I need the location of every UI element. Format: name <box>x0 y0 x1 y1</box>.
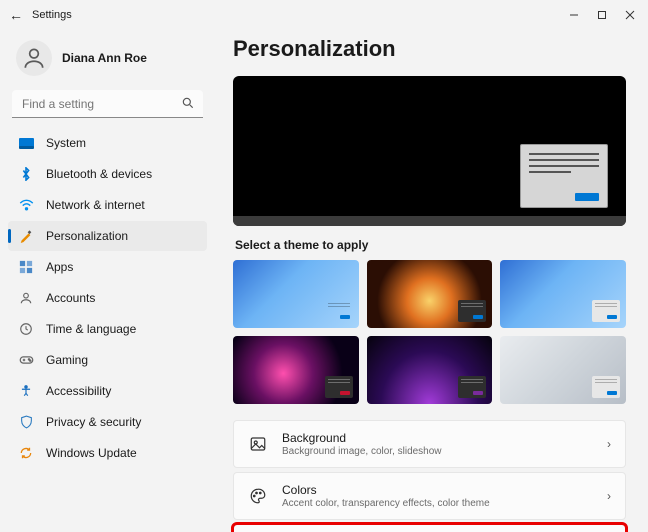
nav-label: Gaming <box>46 353 88 367</box>
theme-option[interactable] <box>367 260 493 328</box>
system-icon <box>18 135 34 151</box>
window-title: Settings <box>32 9 72 21</box>
nav-label: Apps <box>46 260 73 274</box>
card-title: Background <box>282 431 593 445</box>
minimize-button[interactable] <box>560 3 588 27</box>
nav-label: Bluetooth & devices <box>46 167 152 181</box>
search-input[interactable] <box>12 90 203 118</box>
card-themes[interactable]: Themes Install, create, manage › <box>233 524 626 532</box>
theme-option[interactable] <box>233 260 359 328</box>
nav-label: System <box>46 136 86 150</box>
chevron-right-icon: › <box>607 489 611 503</box>
back-button[interactable]: ← <box>4 7 28 23</box>
nav-personalization[interactable]: Personalization <box>8 221 207 251</box>
wifi-icon <box>18 197 34 213</box>
preview-taskbar <box>233 216 626 226</box>
nav-label: Network & internet <box>46 198 145 212</box>
card-background[interactable]: Background Background image, color, slid… <box>233 420 626 468</box>
apps-icon <box>18 259 34 275</box>
nav-label: Accounts <box>46 291 95 305</box>
nav-label: Privacy & security <box>46 415 141 429</box>
card-title: Colors <box>282 483 593 497</box>
search-box[interactable] <box>12 90 203 118</box>
nav-label: Personalization <box>46 229 128 243</box>
gaming-icon <box>18 352 34 368</box>
chevron-right-icon: › <box>607 437 611 451</box>
card-subtitle: Accent color, transparency effects, colo… <box>282 498 593 509</box>
update-icon <box>18 445 34 461</box>
nav-privacy[interactable]: Privacy & security <box>8 407 207 437</box>
nav-system[interactable]: System <box>8 128 207 158</box>
nav-time[interactable]: Time & language <box>8 314 207 344</box>
palette-icon <box>248 486 268 506</box>
avatar <box>16 40 52 76</box>
nav-label: Time & language <box>46 322 136 336</box>
nav-accessibility[interactable]: Accessibility <box>8 376 207 406</box>
nav-label: Windows Update <box>46 446 137 460</box>
nav-bluetooth[interactable]: Bluetooth & devices <box>8 159 207 189</box>
close-button[interactable] <box>616 3 644 27</box>
main-content: Personalization Select a theme to apply … <box>215 30 648 532</box>
nav-list: System Bluetooth & devices Network & int… <box>8 128 207 468</box>
nav-gaming[interactable]: Gaming <box>8 345 207 375</box>
nav-apps[interactable]: Apps <box>8 252 207 282</box>
card-colors[interactable]: Colors Accent color, transparency effect… <box>233 472 626 520</box>
settings-cards: Background Background image, color, slid… <box>233 420 626 532</box>
theme-option[interactable] <box>367 336 493 404</box>
nav-accounts[interactable]: Accounts <box>8 283 207 313</box>
shield-icon <box>18 414 34 430</box>
nav-network[interactable]: Network & internet <box>8 190 207 220</box>
bluetooth-icon <box>18 166 34 182</box>
accessibility-icon <box>18 383 34 399</box>
maximize-button[interactable] <box>588 3 616 27</box>
accounts-icon <box>18 290 34 306</box>
search-icon <box>181 96 195 113</box>
theme-option[interactable] <box>500 336 626 404</box>
user-profile[interactable]: Diana Ann Roe <box>8 36 207 90</box>
themes-label: Select a theme to apply <box>235 238 626 252</box>
desktop-preview <box>233 76 626 226</box>
clock-icon <box>18 321 34 337</box>
paintbrush-icon <box>18 228 34 244</box>
preview-window <box>520 144 608 208</box>
card-subtitle: Background image, color, slideshow <box>282 446 593 457</box>
nav-label: Accessibility <box>46 384 111 398</box>
theme-option[interactable] <box>500 260 626 328</box>
user-name: Diana Ann Roe <box>62 51 147 65</box>
sidebar: Diana Ann Roe System Bluetooth & devices… <box>0 30 215 532</box>
page-title: Personalization <box>233 36 626 62</box>
image-icon <box>248 434 268 454</box>
theme-grid <box>233 260 626 404</box>
theme-option[interactable] <box>233 336 359 404</box>
nav-update[interactable]: Windows Update <box>8 438 207 468</box>
